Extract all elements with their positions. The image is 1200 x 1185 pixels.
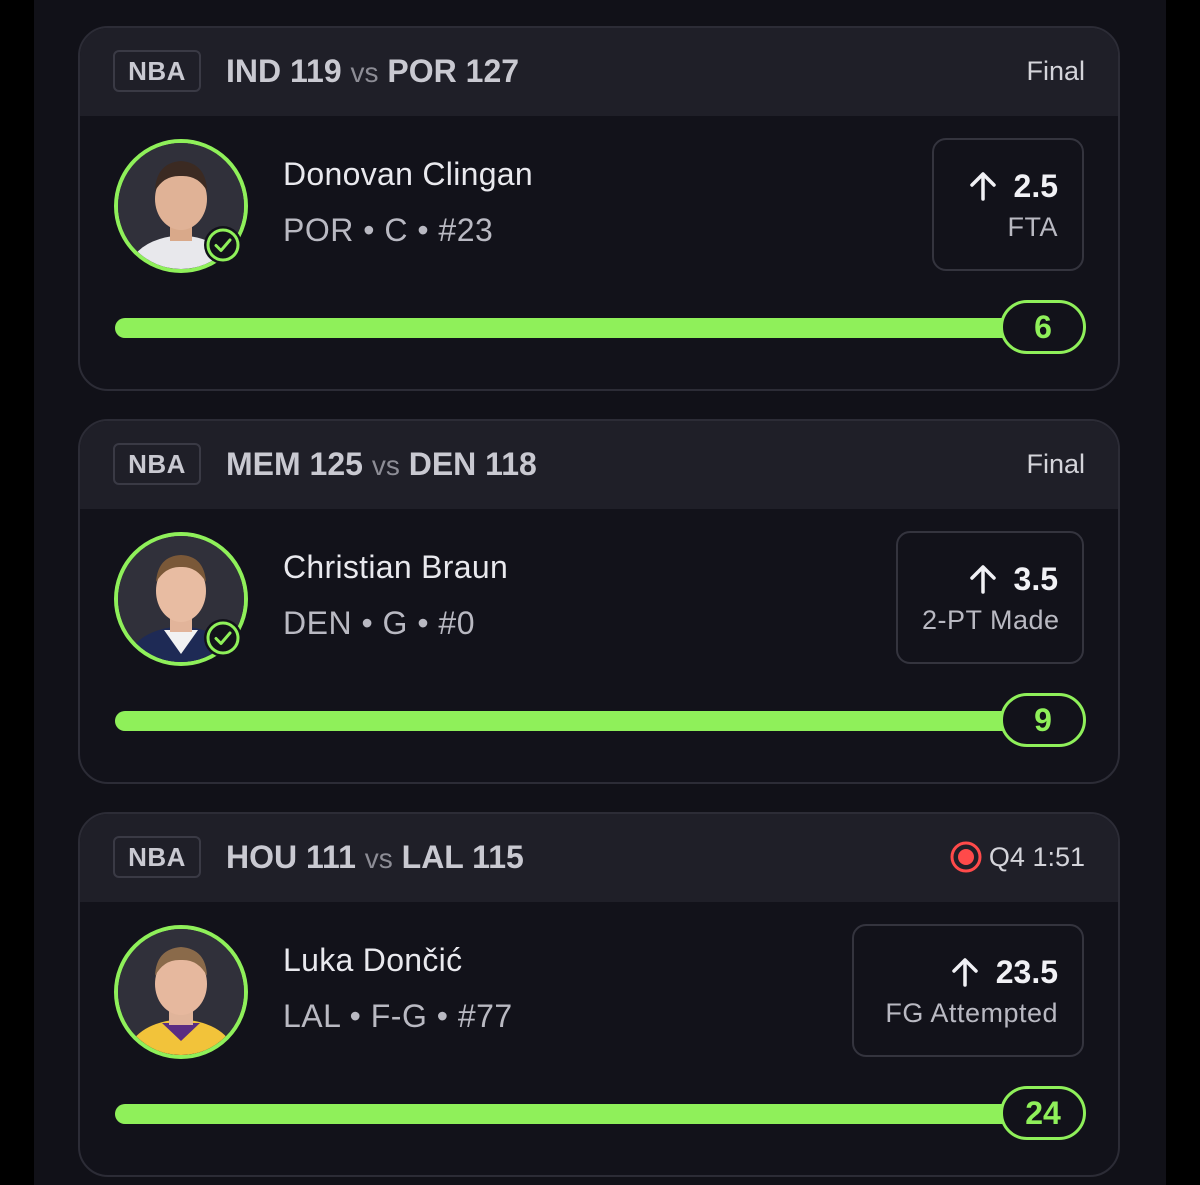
away-score: 125 [309,446,363,482]
home-score: 127 [465,53,520,89]
away-score: 111 [306,839,356,875]
pick-stat-label: FG Attempted [885,998,1058,1028]
game-status: Final [1026,443,1085,485]
league-badge: NBA [113,836,201,878]
game-status: Q4 1:51 [949,836,1085,878]
pick-line-box[interactable]: 2.5 FTA [932,138,1084,271]
pick-line-box[interactable]: 23.5 FG Attempted [852,924,1084,1057]
stat-progress-bar [115,711,1015,731]
pick-stat-label: FTA [1007,212,1058,242]
game-header: NBA HOU 111 vs LAL 115 Q4 1:51 [80,814,1118,902]
home-team: DEN [408,446,477,482]
game-status-label: Final [1026,449,1085,479]
stat-result-pill: 6 [1000,300,1086,354]
pick-card[interactable]: NBA HOU 111 vs LAL 115 Q4 1:51 Luka Donč… [78,812,1120,1177]
player-avatar[interactable] [114,925,248,1059]
player-name: Donovan Clingan [283,156,533,192]
pick-stat-label: 2-PT Made [922,605,1060,635]
stat-progress-fill [115,1104,1015,1124]
league-badge: NBA [113,50,201,92]
hit-check-icon [204,226,242,264]
hit-check-icon [204,619,242,657]
pick-line-value: 23.5 [995,953,1058,990]
arrow-up-icon [969,172,996,201]
away-score: 119 [290,53,342,89]
vs-label: vs [350,57,379,88]
pick-feed[interactable]: NBA IND 119 vs POR 127 Final Donovan Cli… [34,0,1166,1185]
pick-card[interactable]: NBA IND 119 vs POR 127 Final Donovan Cli… [78,26,1120,391]
stat-result-pill: 24 [1000,1086,1086,1140]
game-matchup: IND 119 vs POR 127 [226,50,519,92]
away-team: IND [226,53,282,89]
game-status-label: Final [1026,56,1085,86]
game-status: Final [1026,50,1085,92]
player-meta: DEN • G • #0 [283,605,476,641]
home-team: LAL [401,839,464,875]
home-team: POR [387,53,457,89]
stat-result-pill: 9 [1000,693,1086,747]
player-name: Luka Dončić [283,942,463,978]
pick-line-value: 2.5 [1013,167,1058,204]
player-meta: POR • C • #23 [283,212,494,248]
vs-label: vs [371,450,400,481]
stat-progress-fill [115,711,1015,731]
arrow-up-icon [969,565,996,594]
player-headshot-icon [118,929,244,1055]
stat-progress-bar [115,318,1015,338]
player-meta: LAL • F-G • #77 [283,998,513,1034]
home-score: 118 [485,446,537,482]
away-team: HOU [226,839,298,875]
live-indicator-icon [950,841,982,873]
pick-card[interactable]: NBA MEM 125 vs DEN 118 Final Christian B… [78,419,1120,784]
stat-progress-bar [115,1104,1015,1124]
game-matchup: HOU 111 vs LAL 115 [226,836,524,878]
game-header: NBA IND 119 vs POR 127 Final [80,28,1118,116]
game-header: NBA MEM 125 vs DEN 118 Final [80,421,1118,509]
game-matchup: MEM 125 vs DEN 118 [226,443,537,485]
home-score: 115 [472,839,524,875]
game-status-label: Q4 1:51 [988,842,1085,872]
pick-line-box[interactable]: 3.5 2-PT Made [896,531,1084,664]
pick-line-value: 3.5 [1013,560,1058,597]
player-name: Christian Braun [283,549,509,585]
stat-progress-fill [115,318,1015,338]
arrow-up-icon [951,958,978,987]
vs-label: vs [364,843,393,874]
league-badge: NBA [113,443,201,485]
away-team: MEM [226,446,301,482]
